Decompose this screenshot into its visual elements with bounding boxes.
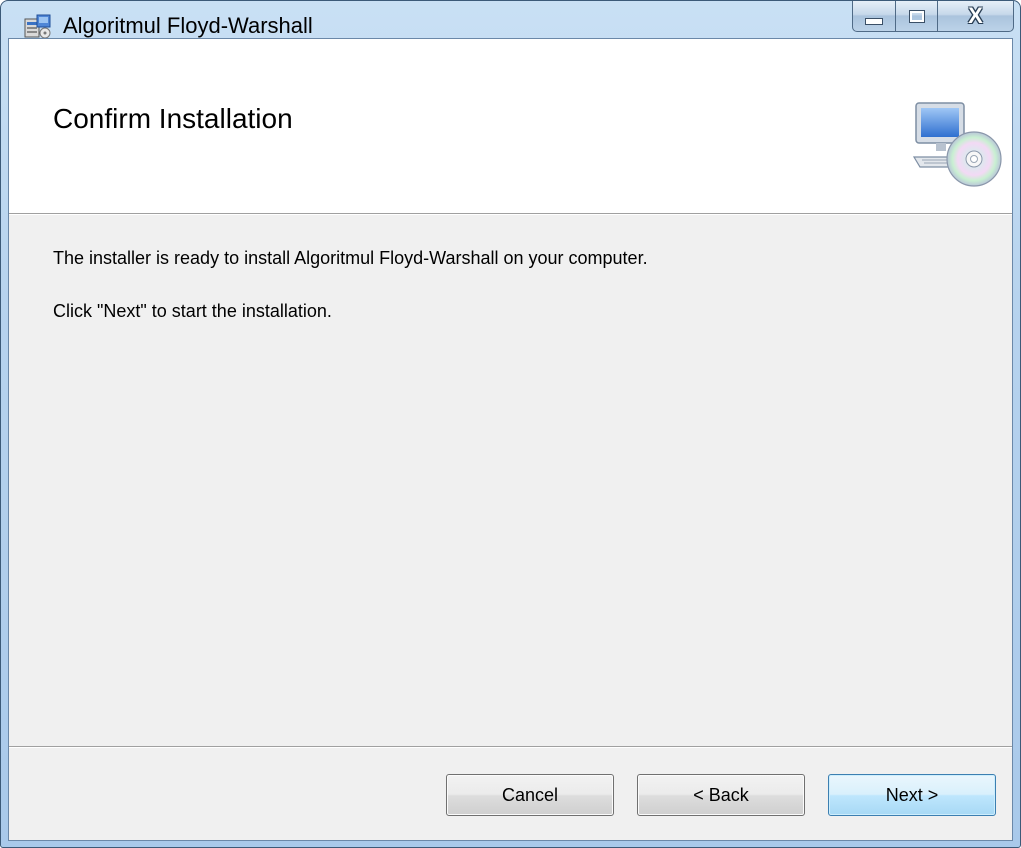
title-bar[interactable]: Algoritmul Floyd-Warshall X bbox=[1, 1, 1020, 39]
computer-cd-icon bbox=[912, 101, 1004, 189]
installer-package-icon bbox=[23, 13, 53, 41]
cancel-button[interactable]: Cancel bbox=[446, 774, 614, 816]
dialog-client-area: Confirm Installation The installer is re… bbox=[8, 38, 1013, 841]
caption-buttons: X bbox=[852, 1, 1014, 33]
page-title: Confirm Installation bbox=[53, 103, 293, 134]
next-button[interactable]: Next > bbox=[828, 774, 996, 816]
minimize-button[interactable] bbox=[852, 1, 896, 32]
instruction-message: Click "Next" to start the installation. bbox=[53, 301, 332, 321]
banner-divider bbox=[9, 214, 1012, 215]
close-button[interactable]: X bbox=[938, 1, 1014, 32]
ready-message: The installer is ready to install Algori… bbox=[53, 248, 648, 268]
maximize-button[interactable] bbox=[896, 1, 938, 32]
window-title: Algoritmul Floyd-Warshall bbox=[63, 13, 313, 38]
minimize-icon bbox=[865, 17, 883, 25]
header-banner: Confirm Installation bbox=[9, 39, 1012, 214]
installer-window: Algoritmul Floyd-Warshall X Confirm Inst… bbox=[0, 0, 1021, 848]
maximize-icon bbox=[908, 9, 925, 23]
footer-divider bbox=[9, 746, 1012, 748]
back-button[interactable]: < Back bbox=[637, 774, 805, 816]
close-icon: X bbox=[968, 3, 983, 28]
